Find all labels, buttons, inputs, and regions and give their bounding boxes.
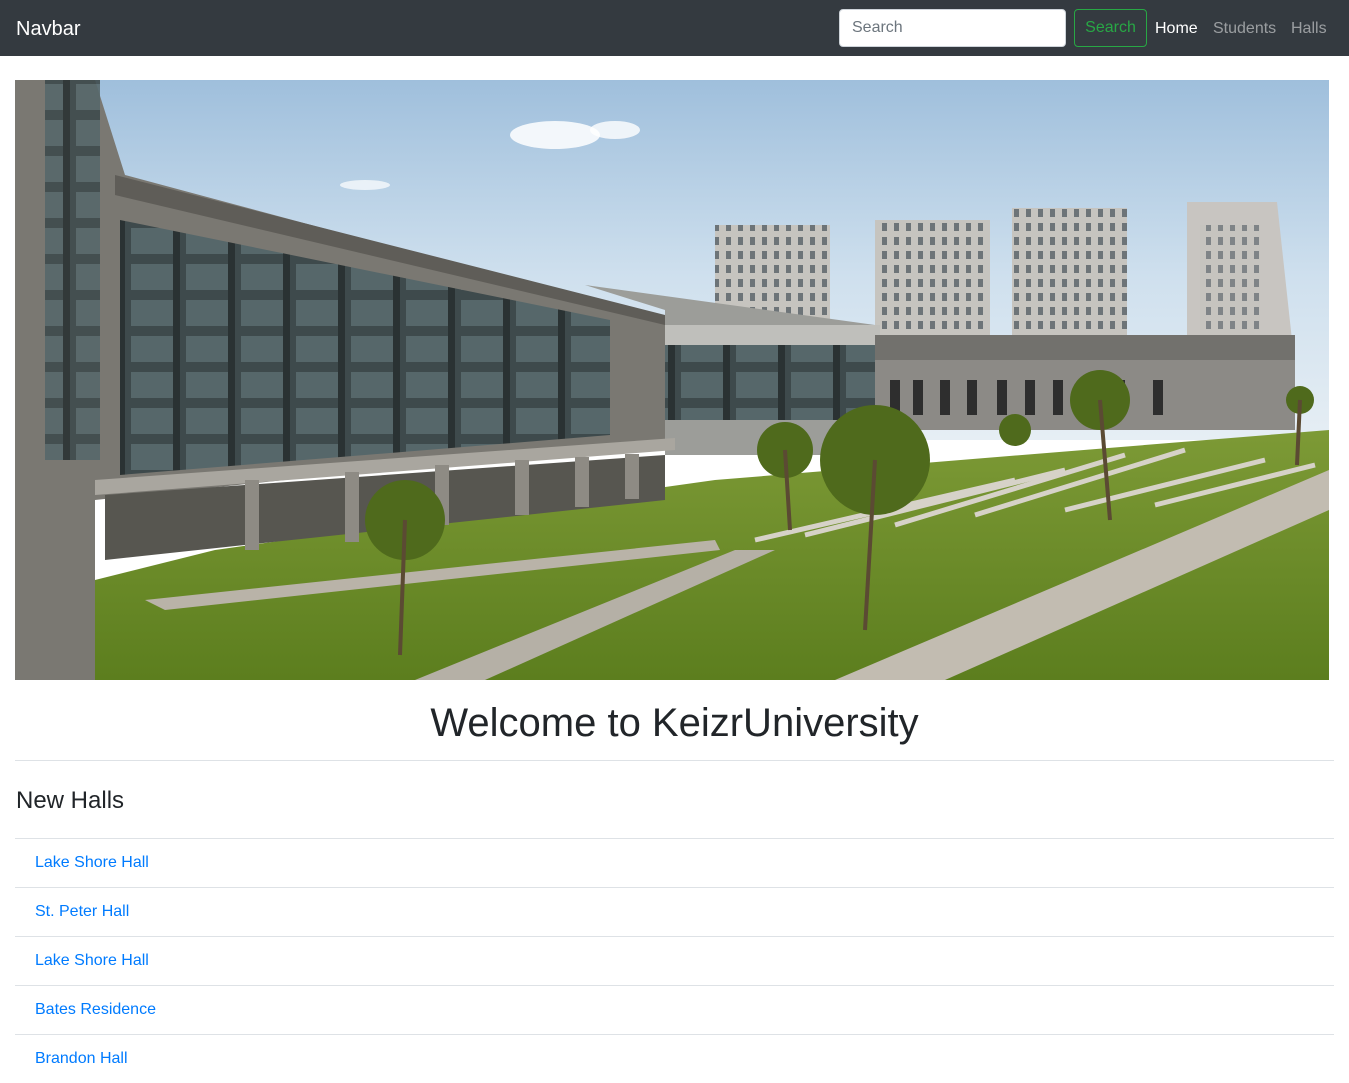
hall-link[interactable]: Lake Shore Hall [35,854,149,871]
nav-link-home[interactable]: Home [1155,19,1198,39]
hall-link[interactable]: Lake Shore Hall [35,952,149,969]
top-navbar: Navbar Search Home Students Halls [0,0,1349,56]
halls-list: Lake Shore Hall St. Peter Hall Lake Shor… [15,838,1334,1083]
campus-hero-image [15,80,1329,680]
list-item: Brandon Hall [15,1034,1334,1083]
divider [15,760,1334,761]
hall-link[interactable]: Brandon Hall [35,1050,128,1067]
list-item: Bates Residence [15,985,1334,1034]
new-halls-heading: New Halls [16,787,125,814]
nav-link-students[interactable]: Students [1213,19,1276,39]
welcome-heading: Welcome to KeizrUniversity [430,701,919,745]
list-item: Lake Shore Hall [15,838,1334,887]
list-item: Lake Shore Hall [15,936,1334,985]
hall-link[interactable]: St. Peter Hall [35,903,129,920]
hall-link[interactable]: Bates Residence [35,1001,156,1018]
list-item: St. Peter Hall [15,887,1334,936]
navbar-brand[interactable]: Navbar [16,17,80,41]
nav-link-halls[interactable]: Halls [1291,19,1327,39]
search-input[interactable] [839,9,1066,47]
search-button[interactable]: Search [1074,9,1147,47]
